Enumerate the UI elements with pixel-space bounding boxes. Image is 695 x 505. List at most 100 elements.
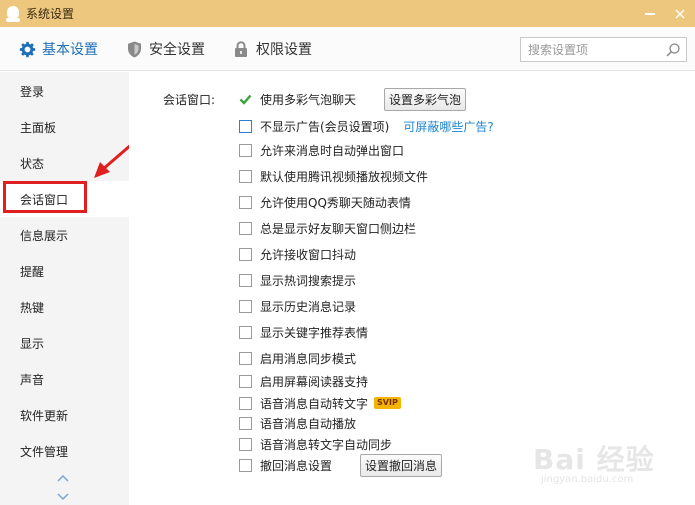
sidebar-item-info-display[interactable]: 信息展示	[0, 217, 129, 253]
checkmark-icon	[239, 94, 252, 105]
search-icon[interactable]	[665, 42, 681, 58]
option-label: 语音消息自动播放	[260, 416, 357, 431]
option-voice-to-text[interactable]: 语音消息自动转文字 SVIP	[239, 394, 401, 412]
option-hide-ads[interactable]: 不显示广告(会员设置项) 可屏蔽哪些广告?	[239, 117, 494, 135]
checkbox[interactable]	[239, 221, 252, 235]
option-show-sidebar[interactable]: 总是显示好友聊天窗口侧边栏	[239, 219, 416, 237]
checkbox[interactable]	[239, 374, 252, 388]
option-window-shake[interactable]: 允许接收窗口抖动	[239, 245, 356, 263]
tab-security-settings[interactable]: 安全设置	[125, 27, 205, 71]
option-label: 启用屏幕阅读器支持	[260, 374, 369, 389]
gear-icon	[18, 40, 36, 58]
sidebar-item-file-management[interactable]: 文件管理	[0, 433, 129, 469]
checkbox[interactable]	[239, 351, 252, 365]
lock-icon	[232, 40, 250, 58]
sidebar-item-sound[interactable]: 声音	[0, 361, 129, 397]
checkbox[interactable]	[239, 458, 252, 472]
sidebar-item-label: 显示	[20, 336, 45, 351]
watermark-logo-text: Bai 经验	[533, 443, 655, 476]
window-controls	[635, 0, 695, 27]
option-screen-reader[interactable]: 启用屏幕阅读器支持	[239, 372, 368, 390]
checkbox[interactable]	[239, 119, 252, 133]
sidebar-item-label: 主面板	[20, 120, 57, 135]
option-label: 显示热词搜索提示	[260, 273, 357, 288]
watermark-url: jingyan.baidu.com	[541, 474, 634, 485]
sidebar-item-label: 声音	[20, 372, 45, 387]
sidebar-item-label: 文件管理	[20, 444, 69, 459]
option-label: 语音消息自动转文字	[260, 396, 369, 411]
sidebar-item-label: 登录	[20, 84, 45, 99]
option-label: 启用消息同步模式	[260, 351, 357, 366]
option-voice-autoplay[interactable]: 语音消息自动播放	[239, 414, 356, 432]
option-label: 语音消息转文字自动同步	[260, 437, 393, 452]
sidebar-item-label: 信息展示	[20, 228, 69, 243]
sidebar-item-label: 提醒	[20, 264, 45, 279]
sidebar-item-software-update[interactable]: 软件更新	[0, 397, 129, 433]
sidebar-item-hotkeys[interactable]: 热键	[0, 289, 129, 325]
option-keyword-emotes[interactable]: 显示关键字推荐表情	[239, 323, 368, 341]
minimize-icon	[645, 12, 655, 15]
checkbox[interactable]	[239, 143, 252, 157]
option-colorful-bubble[interactable]: 使用多彩气泡聊天	[239, 90, 356, 108]
option-label: 使用多彩气泡聊天	[260, 92, 357, 107]
sidebar-item-label: 软件更新	[20, 408, 69, 423]
annotation-highlight-box	[3, 181, 87, 213]
close-button[interactable]	[665, 0, 695, 27]
option-label: 显示关键字推荐表情	[260, 325, 369, 340]
minimize-button[interactable]	[635, 0, 665, 27]
svip-badge: SVIP	[374, 397, 401, 409]
option-label: 总是显示好友聊天窗口侧边栏	[260, 221, 417, 236]
option-auto-popup[interactable]: 允许来消息时自动弹出窗口	[239, 141, 404, 159]
option-label: 允许来消息时自动弹出窗口	[260, 143, 405, 158]
checkbox[interactable]	[239, 299, 252, 313]
option-qq-show-emotes[interactable]: 允许使用QQ秀聊天随动表情	[239, 193, 411, 211]
sidebar-scroll-arrows[interactable]	[53, 473, 73, 503]
option-recall-message[interactable]: 撤回消息设置	[239, 456, 332, 474]
option-hot-search[interactable]: 显示热词搜索提示	[239, 271, 356, 289]
close-icon	[675, 9, 685, 18]
tab-permission-settings[interactable]: 权限设置	[232, 27, 312, 71]
checkbox[interactable]	[239, 416, 252, 430]
option-label: 默认使用腾讯视频播放视频文件	[260, 169, 429, 184]
checkbox[interactable]	[239, 325, 252, 339]
search-input[interactable]	[521, 38, 661, 61]
tab-basic-settings[interactable]: 基本设置	[18, 27, 98, 71]
checkbox[interactable]	[239, 273, 252, 287]
option-label: 允许使用QQ秀聊天随动表情	[260, 195, 411, 210]
checkbox[interactable]	[239, 437, 252, 451]
chevron-up-icon	[57, 474, 69, 482]
option-label: 允许接收窗口抖动	[260, 247, 357, 262]
title-bar: 系统设置	[0, 0, 695, 27]
option-label: 显示历史消息记录	[260, 299, 357, 314]
chevron-down-icon	[57, 493, 69, 501]
set-recall-message-button[interactable]: 设置撤回消息	[360, 454, 442, 477]
sidebar-item-reminder[interactable]: 提醒	[0, 253, 129, 289]
baidu-jingyan-watermark: Bai 经验 jingyan.baidu.com	[533, 430, 663, 492]
sidebar-item-label: 状态	[20, 156, 45, 171]
checkbox[interactable]	[239, 169, 252, 183]
option-label: 不显示广告(会员设置项)	[260, 119, 390, 134]
shield-icon	[125, 40, 143, 58]
option-label: 撤回消息设置	[260, 458, 333, 473]
checkbox[interactable]	[239, 396, 252, 410]
option-message-history[interactable]: 显示历史消息记录	[239, 297, 356, 315]
option-voice-text-sync[interactable]: 语音消息转文字自动同步	[239, 435, 392, 453]
sidebar-item-label: 热键	[20, 300, 45, 315]
checkbox[interactable]	[239, 195, 252, 209]
option-message-sync[interactable]: 启用消息同步模式	[239, 349, 356, 367]
sidebar-item-login[interactable]: 登录	[0, 73, 129, 109]
checkbox-checked[interactable]	[239, 92, 252, 106]
sidebar-item-display[interactable]: 显示	[0, 325, 129, 361]
checkbox[interactable]	[239, 247, 252, 261]
option-tencent-video[interactable]: 默认使用腾讯视频播放视频文件	[239, 167, 428, 185]
settings-search	[520, 37, 687, 62]
window-title: 系统设置	[26, 7, 75, 21]
which-ads-link[interactable]: 可屏蔽哪些广告?	[403, 118, 493, 135]
set-colorful-bubble-button[interactable]: 设置多彩气泡	[384, 88, 466, 111]
tab-label: 基本设置	[42, 42, 98, 58]
tab-label: 权限设置	[256, 42, 312, 58]
qq-penguin-icon	[6, 5, 20, 22]
settings-tabs: 基本设置 安全设置 权限设置	[0, 27, 695, 71]
tab-label: 安全设置	[149, 42, 205, 58]
section-label: 会话窗口:	[163, 93, 216, 107]
